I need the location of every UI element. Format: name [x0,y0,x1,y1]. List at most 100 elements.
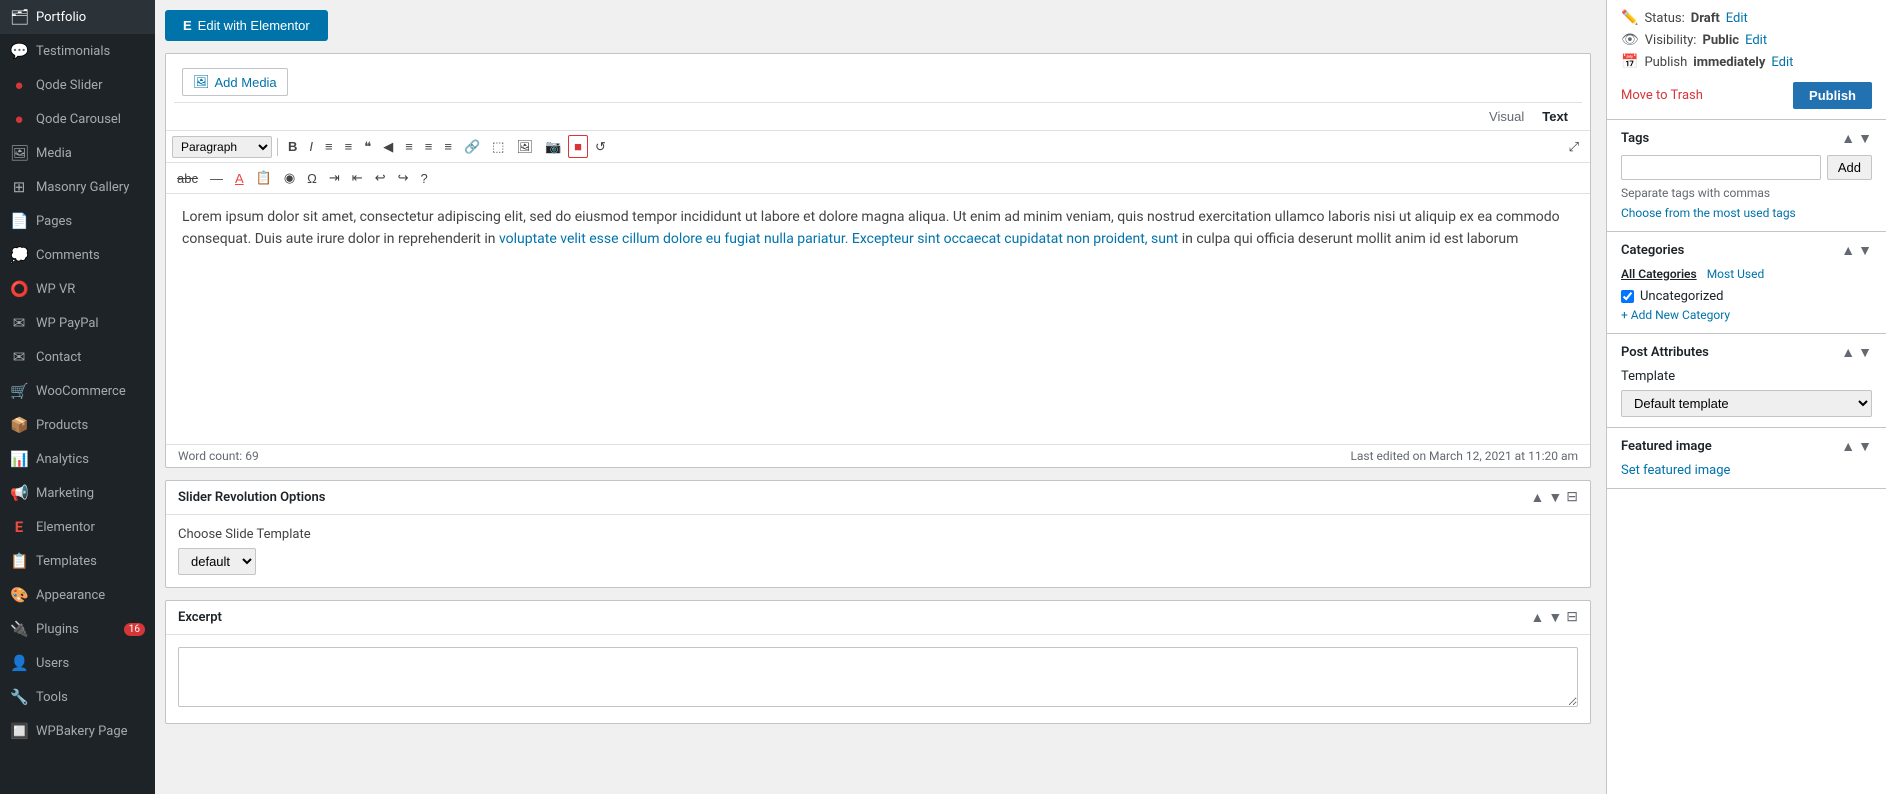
text-color-button[interactable]: A [230,168,249,189]
paste-button[interactable]: 📋 [251,167,277,189]
slider-revolution-header[interactable]: Slider Revolution Options ▲ ▼ ⊟ [166,481,1590,515]
link-button[interactable]: 🔗 [459,136,485,158]
visibility-label: Visibility: [1645,33,1697,48]
fullscreen-button[interactable]: ⤢ [1564,136,1584,158]
featured-image-collapse-down[interactable]: ▼ [1858,438,1872,455]
right-sidebar: ✏️ Status: Draft Edit 👁 Visibility: Publ… [1606,0,1886,794]
sidebar-item-analytics[interactable]: 📊 Analytics [0,442,155,476]
publish-edit-link[interactable]: Edit [1771,55,1793,70]
bold-button[interactable]: B [283,136,302,157]
post-attributes-collapse-up[interactable]: ▲ [1841,344,1855,361]
clear-format-button[interactable]: ◉ [279,167,300,189]
insert-button[interactable]: ⬚ [487,136,509,158]
add-media-button[interactable]: 🖼 Add Media [182,68,288,96]
sidebar-item-qode-slider[interactable]: ● Qode Slider [0,68,155,102]
sidebar-item-pages[interactable]: 📄 Pages [0,204,155,238]
redo-button[interactable]: ↪ [393,167,414,189]
categories-collapse-up[interactable]: ▲ [1841,242,1855,259]
sidebar-item-wp-paypal[interactable]: ✉ WP PayPal [0,306,155,340]
red-button[interactable]: ■ [568,135,588,158]
sidebar-item-masonry-gallery[interactable]: ⊞ Masonry Gallery [0,170,155,204]
align-justify-button[interactable]: ≡ [439,136,457,157]
text-tab[interactable]: Text [1536,107,1574,126]
template-select[interactable]: Default template [1621,390,1872,417]
italic-button[interactable]: I [304,136,318,157]
elementor-icon: E [10,518,28,536]
choose-slide-label: Choose Slide Template [178,527,1578,542]
add-new-category-link[interactable]: + Add New Category [1621,308,1730,322]
tags-choose-link[interactable]: Choose from the most used tags [1621,206,1796,220]
sidebar-item-templates[interactable]: 📋 Templates [0,544,155,578]
featured-image-collapse-up[interactable]: ▲ [1841,438,1855,455]
help-button[interactable]: ? [416,168,433,189]
sidebar-item-qode-carousel[interactable]: ● Qode Carousel [0,102,155,136]
sidebar-item-wp-vr[interactable]: ⭕ WP VR [0,272,155,306]
media-button[interactable]: 🖼 [511,136,538,158]
uncategorized-checkbox[interactable] [1621,290,1634,303]
tags-collapse-down[interactable]: ▼ [1858,130,1872,147]
outdent-button[interactable]: ⇤ [347,167,368,189]
align-left-button[interactable]: ◀ [378,136,398,158]
analytics-icon: 📊 [10,450,28,468]
horizontal-rule-button[interactable]: — [205,168,228,189]
sidebar-item-marketing[interactable]: 📢 Marketing [0,476,155,510]
excerpt-header[interactable]: Excerpt ▲ ▼ ⊟ [166,601,1590,635]
visual-tab[interactable]: Visual [1483,107,1530,126]
sidebar-item-appearance[interactable]: 🎨 Appearance [0,578,155,612]
edit-elementor-button[interactable]: E Edit with Elementor [165,10,328,41]
align-center-button[interactable]: ≡ [400,136,418,157]
undo-button[interactable]: ↩ [370,167,391,189]
excerpt-collapse-down-icon[interactable]: ▼ [1548,609,1562,626]
tags-collapse-up[interactable]: ▲ [1841,130,1855,147]
ordered-list-button[interactable]: ≡ [340,136,358,157]
categories-collapse-down[interactable]: ▼ [1858,242,1872,259]
align-right-button[interactable]: ≡ [420,136,438,157]
excerpt-collapse-up-icon[interactable]: ▲ [1531,609,1545,626]
tags-input[interactable] [1621,155,1821,180]
indent-button[interactable]: ⇥ [324,167,345,189]
refresh-button[interactable]: ↺ [590,136,611,158]
drag-icon[interactable]: ⊟ [1566,489,1578,506]
move-to-trash-link[interactable]: Move to Trash [1621,88,1703,103]
qode-carousel-icon: ● [10,110,28,128]
visibility-edit-link[interactable]: Edit [1745,33,1767,48]
video-button[interactable]: 📷 [540,136,566,158]
appearance-icon: 🎨 [10,586,28,604]
tags-add-button[interactable]: Add [1827,155,1872,180]
excerpt-drag-icon[interactable]: ⊟ [1566,609,1578,626]
publish-button[interactable]: Publish [1793,82,1872,109]
strikethrough-button[interactable]: abc [172,168,203,189]
sidebar-item-testimonials[interactable]: 💬 Testimonials [0,34,155,68]
excerpt-textarea[interactable] [178,647,1578,707]
status-value: Draft [1691,11,1720,26]
sidebar-item-products[interactable]: 📦 Products [0,408,155,442]
post-attributes-controls: ▲ ▼ [1841,344,1872,361]
editor-content[interactable]: Lorem ipsum dolor sit amet, consectetur … [166,194,1590,444]
tags-controls: ▲ ▼ [1841,130,1872,147]
unordered-list-button[interactable]: ≡ [320,136,338,157]
status-edit-link[interactable]: Edit [1726,11,1748,26]
products-icon: 📦 [10,416,28,434]
all-categories-tab[interactable]: All Categories [1621,267,1697,281]
collapse-up-icon[interactable]: ▲ [1531,489,1545,506]
sidebar-item-woocommerce[interactable]: 🛒 WooCommerce [0,374,155,408]
post-attributes-collapse-down[interactable]: ▼ [1858,344,1872,361]
format-select[interactable]: Paragraph Heading 1 Heading 2 Heading 3 … [172,136,272,158]
sidebar-item-tools[interactable]: 🔧 Tools [0,680,155,714]
slide-template-select[interactable]: default [178,548,256,575]
sidebar-item-portfolio[interactable]: 🗂 Portfolio [0,0,155,34]
most-used-tab[interactable]: Most Used [1707,267,1765,281]
sidebar-item-plugins[interactable]: 🔌 Plugins 16 [0,612,155,646]
sidebar-item-comments[interactable]: 💭 Comments [0,238,155,272]
sidebar-item-users[interactable]: 👤 Users [0,646,155,680]
sidebar-item-elementor[interactable]: E Elementor [0,510,155,544]
sidebar-item-media[interactable]: 🖼 Media [0,136,155,170]
collapse-down-icon[interactable]: ▼ [1548,489,1562,506]
special-char-button[interactable]: Ω [302,168,322,189]
blockquote-button[interactable]: ❝ [359,136,376,158]
sidebar-item-wpbakery[interactable]: 🔲 WPBakery Page [0,714,155,748]
set-featured-image-link[interactable]: Set featured image [1621,463,1730,478]
featured-image-controls: ▲ ▼ [1841,438,1872,455]
sidebar-item-contact[interactable]: ✉ Contact [0,340,155,374]
slider-revolution-body: Choose Slide Template default [166,515,1590,587]
